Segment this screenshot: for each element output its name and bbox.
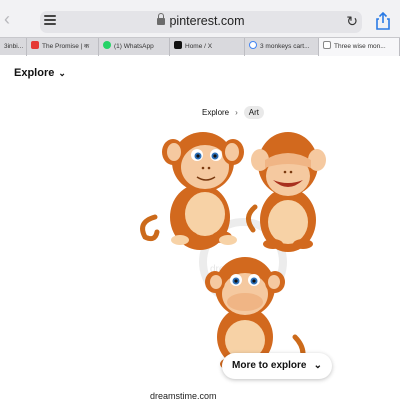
more-to-explore-button[interactable]: More to explore ⌄ (222, 353, 332, 379)
monkey-see-no-evil (246, 132, 326, 252)
more-to-explore-label: More to explore (232, 360, 307, 371)
tab-label: (1) WhatsApp (114, 43, 154, 50)
tab-2[interactable]: The Promise | क (27, 38, 99, 56)
youtube-icon (31, 41, 39, 50)
whatsapp-icon (103, 41, 111, 50)
tab-1[interactable]: 3inbi... (0, 38, 27, 56)
explore-label: Explore (14, 67, 55, 79)
reload-icon[interactable]: ↻ (346, 13, 358, 30)
tab-label: 3 monkeys cart... (260, 43, 310, 50)
breadcrumb-explore[interactable]: Explore (202, 108, 229, 117)
tab-bar: 3inbi... The Promise | क (1) WhatsApp Ho… (0, 37, 400, 56)
tab-label: 3inbi... (4, 43, 24, 50)
breadcrumb: Explore › Art (202, 106, 265, 120)
back-chevron-icon[interactable]: ‹ (4, 10, 20, 28)
url-text: pinterest.com (169, 14, 245, 28)
x-logo-icon (174, 41, 182, 50)
tab-label: The Promise | क (42, 43, 90, 50)
tab-3[interactable]: (1) WhatsApp (99, 38, 170, 56)
explore-dropdown[interactable]: Explore ⌄ (14, 67, 66, 79)
chevron-right-icon: › (235, 108, 238, 117)
chevron-down-icon: ⌄ (313, 360, 322, 371)
url-container: pinterest.com (40, 13, 362, 28)
lock-icon (157, 13, 166, 25)
google-icon (249, 41, 257, 50)
close-tab-icon[interactable] (323, 41, 331, 50)
tab-4[interactable]: Home / X (170, 38, 245, 56)
pin-image[interactable]: dreamstime (135, 122, 345, 387)
monkey-hear-no-evil (140, 132, 244, 250)
breadcrumb-art[interactable]: Art (243, 106, 265, 119)
share-icon[interactable] (375, 12, 391, 30)
tab-5[interactable]: 3 monkeys cart... (245, 38, 319, 56)
address-bar[interactable]: pinterest.com ↻ (40, 11, 362, 33)
tab-6-active[interactable]: Three wise mon... (319, 38, 400, 56)
tab-label: Three wise mon... (334, 43, 386, 50)
chevron-down-icon: ⌄ (58, 68, 66, 78)
tab-label: Home / X (185, 43, 213, 50)
browser-toolbar: ‹ pinterest.com ↻ (0, 0, 400, 37)
